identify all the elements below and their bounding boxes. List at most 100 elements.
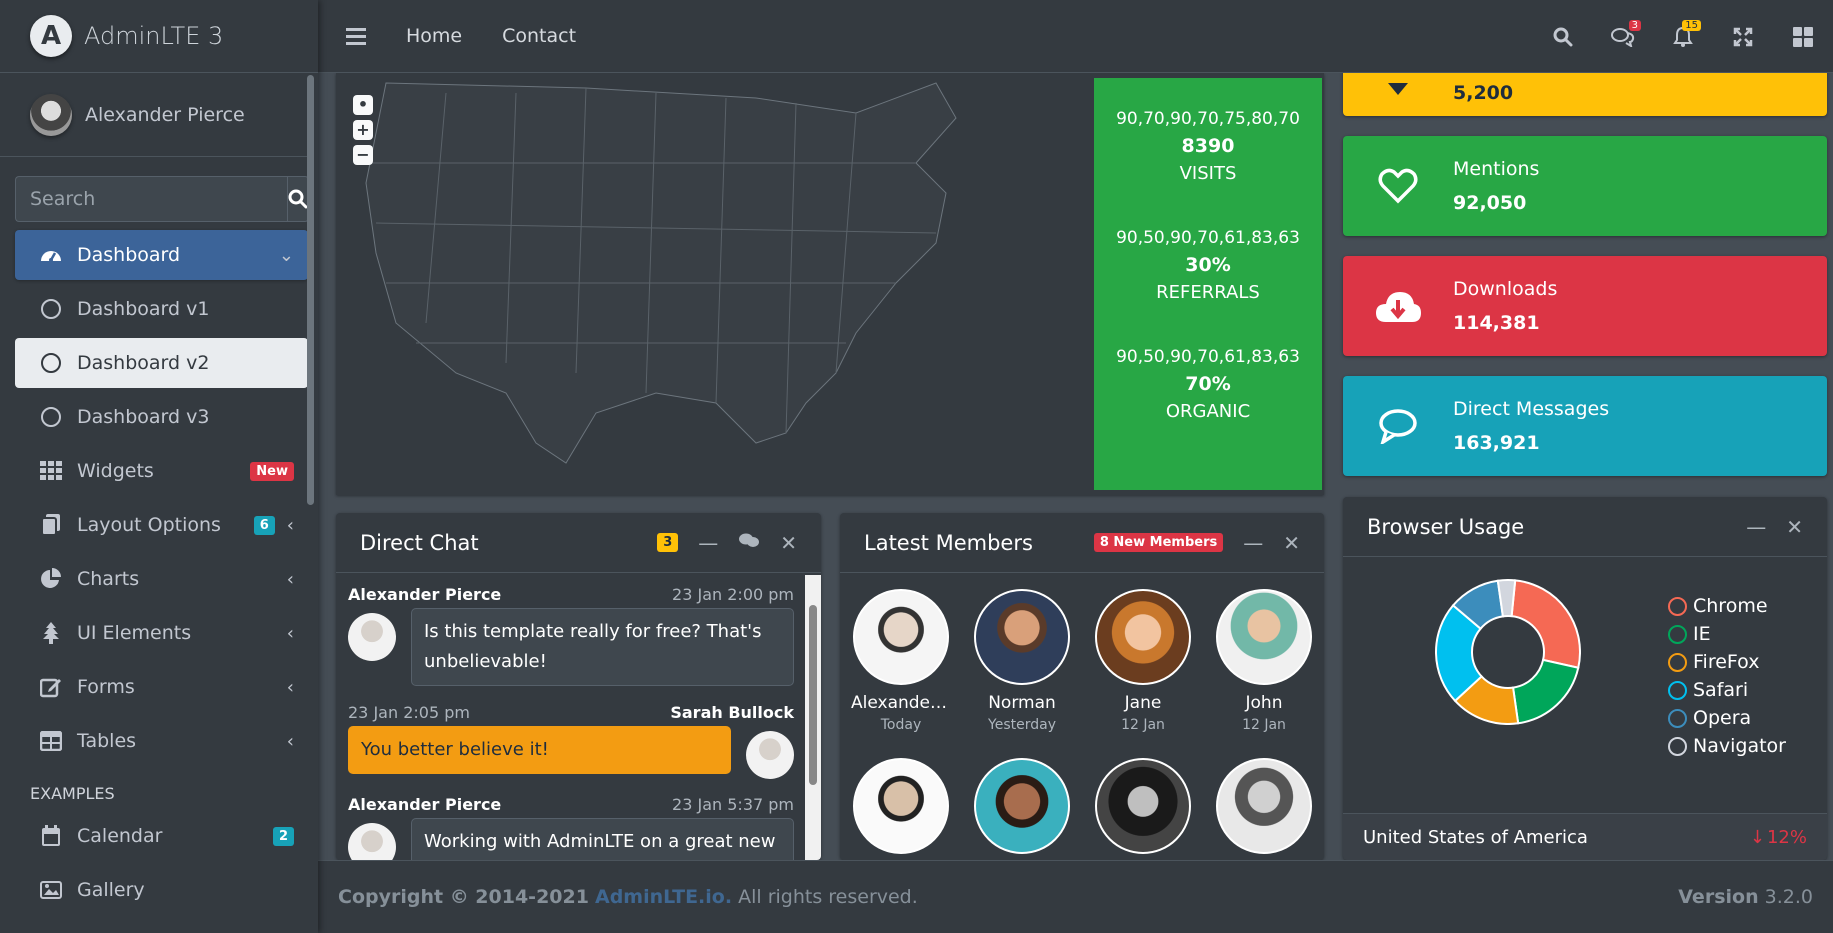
legend-item: Navigator — [1668, 735, 1786, 757]
info-box-label: Direct Messages — [1453, 398, 1610, 420]
member-item[interactable]: Norman Yesterday — [972, 589, 1072, 733]
member-item[interactable] — [1093, 758, 1193, 854]
member-avatar — [853, 589, 949, 685]
main-footer: Copyright © 2014-2021 AdminLTE.io. All r… — [318, 860, 1833, 933]
legend-item: FireFox — [1668, 651, 1786, 673]
notifications-button[interactable]: 15 — [1653, 17, 1713, 57]
member-avatar — [974, 758, 1070, 854]
rights-text: All rights reserved. — [738, 886, 918, 908]
table-icon — [39, 729, 63, 753]
info-box-mentions: Mentions 92,050 — [1343, 136, 1827, 236]
sidebar-item-dashboard-v1[interactable]: Dashboard v1 — [15, 284, 308, 334]
sidebar-item-label: Forms — [77, 676, 135, 698]
sidebar-item-label: Dashboard v2 — [77, 352, 210, 374]
usa-map[interactable]: • + − — [336, 73, 1094, 495]
menu-toggle-icon[interactable] — [346, 24, 366, 49]
messages-button[interactable]: 3 — [1593, 17, 1653, 57]
chat-message: Alexander Pierce 23 Jan 2:00 pm Is this … — [336, 585, 806, 686]
zoom-out-button[interactable]: − — [353, 145, 373, 165]
sidebar-item-ui-elements[interactable]: UI Elements ‹ — [15, 608, 308, 658]
collapse-button[interactable]: — — [1746, 515, 1766, 539]
nav-link-contact[interactable]: Contact — [502, 25, 576, 47]
sidebar-item-dashboard-v3[interactable]: Dashboard v3 — [15, 392, 308, 442]
legend-label: Chrome — [1693, 595, 1768, 617]
member-name: Alexander ... — [851, 693, 951, 713]
adminlte-link[interactable]: AdminLTE.io. — [595, 886, 732, 908]
user-panel[interactable]: Alexander Pierce — [0, 73, 310, 157]
card-header: Latest Members 8 New Members — ✕ — [840, 513, 1324, 573]
member-name: Norman — [988, 693, 1056, 713]
sidebar-item-charts[interactable]: Charts ‹ — [15, 554, 308, 604]
member-item[interactable]: Jane 12 Jan — [1093, 589, 1193, 733]
sidebar-item-layout-options[interactable]: Layout Options 6 ‹ — [15, 500, 308, 550]
stat-referrals: 90,50,90,70,61,83,63 30% REFERRALS — [1094, 225, 1322, 306]
navbar-search-button[interactable] — [1533, 17, 1593, 57]
sparkline-values: 90,50,90,70,61,83,63 — [1116, 347, 1300, 367]
chat-message: Alexander Pierce 23 Jan 5:37 pm Working … — [336, 795, 806, 860]
close-icon[interactable]: ✕ — [1283, 531, 1300, 555]
member-item[interactable]: Alexander ... Today — [851, 589, 951, 733]
th-large-icon — [1793, 26, 1813, 47]
stat-value: 70% — [1185, 373, 1231, 395]
message-bubble: You better believe it! — [348, 726, 731, 774]
zoom-in-button[interactable]: + — [353, 120, 373, 140]
heart-icon — [1343, 168, 1453, 204]
nav-link-home[interactable]: Home — [406, 25, 462, 47]
close-icon[interactable]: ✕ — [1786, 515, 1803, 539]
member-item[interactable] — [1214, 758, 1314, 854]
sidebar-item-label: Layout Options — [77, 514, 221, 536]
user-name[interactable]: Alexander Pierce — [85, 104, 245, 126]
member-item[interactable] — [972, 758, 1072, 854]
sidebar-scrollbar[interactable] — [307, 75, 314, 505]
direct-chat-card: Direct Chat 3 — ✕ Alexander Pierce 23 Ja… — [336, 513, 821, 860]
search-icon — [288, 189, 308, 209]
country-name: United States of America — [1363, 826, 1588, 848]
card-title: Latest Members — [864, 530, 1033, 555]
message-time: 23 Jan 5:37 pm — [672, 795, 794, 814]
message-time: 23 Jan 2:00 pm — [672, 585, 794, 604]
card-title: Direct Chat — [360, 530, 479, 555]
reset-zoom-button[interactable]: • — [353, 95, 373, 115]
collapse-button[interactable]: — — [1243, 531, 1263, 555]
circle-icon — [39, 351, 63, 375]
pie-chart-icon — [39, 567, 63, 591]
image-icon — [39, 878, 63, 902]
sidebar-item-tables[interactable]: Tables ‹ — [15, 716, 308, 766]
search-input[interactable] — [15, 176, 287, 222]
brand-logo: A — [30, 15, 72, 57]
sidebar-item-label: Tables — [77, 730, 137, 752]
close-icon[interactable]: ✕ — [780, 531, 797, 555]
search-button[interactable] — [287, 176, 309, 222]
member-date: Yesterday — [988, 717, 1056, 733]
sidebar-item-calendar[interactable]: Calendar 2 — [15, 811, 308, 861]
donut-slice-chrome[interactable] — [1510, 579, 1581, 669]
sidebar-item-forms[interactable]: Forms ‹ — [15, 662, 308, 712]
stat-value: 8390 — [1181, 135, 1235, 157]
legend-item: Chrome — [1668, 595, 1786, 617]
member-avatar — [1095, 589, 1191, 685]
cloud-download-icon — [1343, 288, 1453, 324]
sidebar-item-gallery[interactable]: Gallery — [15, 865, 308, 915]
donut-slice-ie[interactable] — [1511, 658, 1580, 725]
card-header: Direct Chat 3 — ✕ — [336, 513, 821, 573]
browser-donut-chart[interactable] — [1435, 579, 1581, 725]
sidebar-item-widgets[interactable]: Widgets New — [15, 446, 308, 496]
stat-label: ORGANIC — [1165, 401, 1251, 422]
count-badge: 2 — [272, 826, 294, 846]
contacts-toggle-icon[interactable] — [738, 531, 760, 555]
member-item[interactable] — [851, 758, 951, 854]
sidebar-item-dashboard[interactable]: Dashboard ⌄ — [15, 230, 308, 280]
sidebar-item-dashboard-v2[interactable]: Dashboard v2 — [15, 338, 308, 388]
chat-scrollbar[interactable] — [805, 575, 821, 860]
member-name: Jane — [1124, 693, 1162, 713]
card-title: Browser Usage — [1367, 514, 1525, 539]
country-stat-row[interactable]: United States of America ↓ 12% — [1343, 813, 1827, 860]
member-item[interactable]: John 12 Jan — [1214, 589, 1314, 733]
collapse-button[interactable]: — — [698, 531, 718, 555]
brand-link[interactable]: A AdminLTE 3 — [0, 0, 318, 73]
legend-dot — [1668, 596, 1687, 616]
control-sidebar-button[interactable] — [1773, 17, 1833, 57]
messages-badge: 3 — [1628, 19, 1641, 31]
fullscreen-button[interactable] — [1713, 17, 1773, 57]
sidebar-item-label: Dashboard — [77, 244, 181, 266]
